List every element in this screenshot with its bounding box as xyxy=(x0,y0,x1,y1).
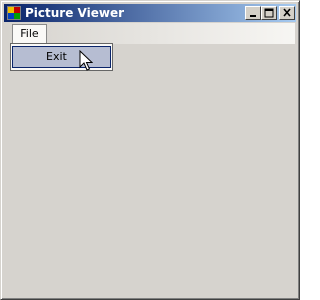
file-menu-dropdown: Exit xyxy=(10,43,113,71)
picture-viewer-app-icon[interactable] xyxy=(7,6,21,20)
minimize-button[interactable] xyxy=(245,6,261,20)
arrow-pointer-icon xyxy=(79,50,93,71)
menu-item-exit[interactable]: Exit xyxy=(12,46,111,68)
maximize-button[interactable] xyxy=(261,6,277,20)
menu-bar: File xyxy=(5,23,295,44)
window-title: Picture Viewer xyxy=(25,6,125,20)
close-button[interactable] xyxy=(279,6,295,20)
title-bar[interactable]: Picture Viewer xyxy=(4,4,296,22)
close-icon xyxy=(283,8,291,17)
menu-file[interactable]: File xyxy=(12,24,47,44)
minimize-icon xyxy=(250,15,256,17)
maximize-icon xyxy=(264,8,274,18)
